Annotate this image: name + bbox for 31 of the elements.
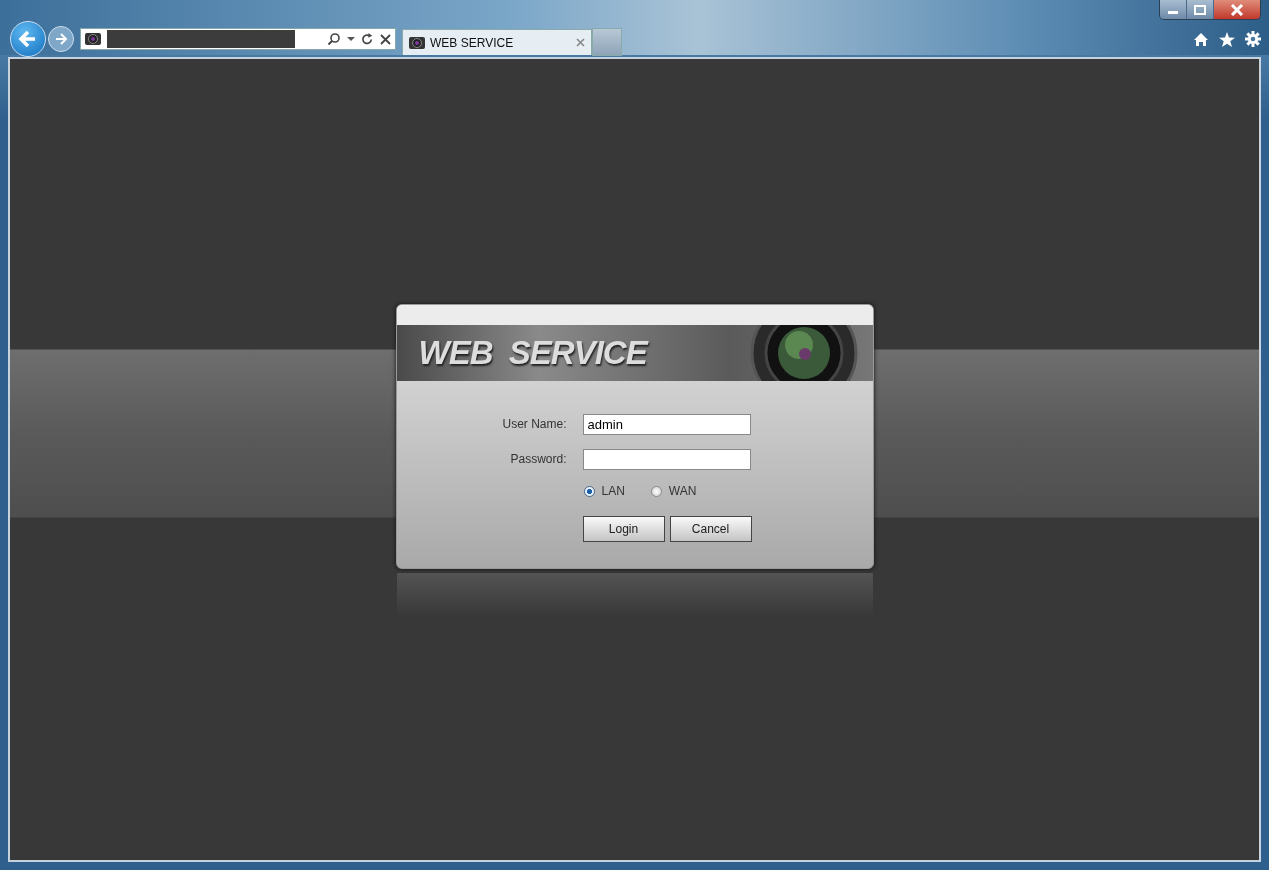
arrow-left-icon (18, 29, 38, 49)
close-button[interactable] (1214, 0, 1260, 19)
star-icon[interactable] (1219, 31, 1235, 47)
radio-button[interactable] (650, 485, 662, 497)
input-field[interactable]: admin (582, 413, 751, 435)
minimize-button[interactable] (1160, 0, 1187, 19)
input-field[interactable] (582, 448, 751, 470)
arrow-right-icon (54, 32, 68, 46)
search-icon[interactable] (327, 32, 341, 46)
close-icon (1230, 3, 1244, 16)
address-bar[interactable] (80, 28, 396, 50)
refresh-icon[interactable] (361, 32, 374, 46)
home-icon[interactable] (1193, 31, 1209, 47)
maximize-button[interactable] (1187, 0, 1214, 19)
cancel-button[interactable]: Cancel (669, 516, 752, 542)
radio-button[interactable] (583, 485, 595, 497)
close-icon[interactable] (576, 38, 585, 47)
browser-tab[interactable]: WEB SERVICE (402, 29, 592, 55)
field-label: Password: (509, 452, 567, 466)
field-label: User Name: (501, 417, 567, 431)
banner-title: WEB SERVICE (418, 334, 647, 372)
stop-icon[interactable] (380, 33, 391, 45)
login-button[interactable]: Login (582, 516, 665, 542)
back-button[interactable] (10, 21, 46, 57)
radio-option[interactable]: LAN (583, 484, 625, 498)
camera-icon (85, 32, 101, 46)
dropdown-caret-icon[interactable] (347, 36, 355, 42)
settings-icon[interactable] (1245, 31, 1261, 47)
forward-button[interactable] (48, 26, 74, 52)
radio-option[interactable]: WAN (650, 484, 697, 498)
camera-icon (409, 35, 425, 50)
